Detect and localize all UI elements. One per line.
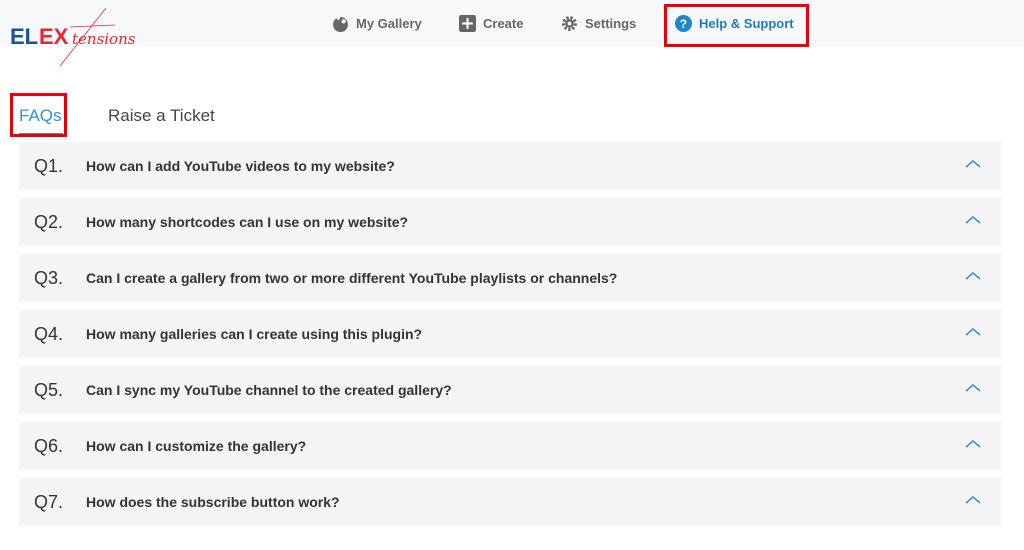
faq-item[interactable]: Q4. How many galleries can I create using…: [19, 310, 1001, 358]
elextensions-logo: EL EX tensions: [10, 8, 136, 67]
nav-label: Settings: [585, 15, 637, 31]
plus-square-icon: [459, 14, 476, 32]
chevron-up-icon[interactable]: [965, 159, 981, 169]
question-text: Can I create a gallery from two or more …: [86, 270, 618, 286]
question-number: Q6.: [34, 435, 64, 456]
faq-item[interactable]: Q2. How many shortcodes can I use on my w…: [19, 198, 1001, 246]
question-text: How many shortcodes can I use on my webs…: [86, 214, 409, 230]
highlight-box: [664, 4, 809, 47]
chevron-up-icon[interactable]: [965, 215, 981, 225]
chevron-up-icon[interactable]: [965, 495, 981, 505]
question-number: Q5.: [34, 379, 64, 400]
question-text: How can I customize the gallery?: [86, 438, 307, 454]
highlight-box: [10, 93, 67, 137]
faq-item[interactable]: Q6. How can I customize the gallery?: [19, 422, 1001, 470]
nav-my-gallery[interactable]: My Gallery: [332, 0, 422, 46]
nav-settings[interactable]: Settings: [561, 0, 636, 46]
chevron-up-icon[interactable]: [965, 327, 981, 337]
svg-text:EL: EL: [10, 24, 38, 49]
question-number: Q1.: [34, 155, 64, 176]
question-number: Q3.: [34, 267, 64, 288]
chevron-up-icon[interactable]: [965, 439, 981, 449]
gear-icon: [562, 15, 577, 31]
question-text: Can I sync my YouTube channel to the cre…: [86, 382, 452, 398]
faq-item[interactable]: Q1. How can I add YouTube videos to my we…: [19, 142, 1001, 190]
faq-item[interactable]: Q3. Can I create a gallery from two or mo…: [19, 254, 1001, 302]
nav-label: My Gallery: [356, 15, 422, 31]
question-number: Q2.: [34, 211, 64, 232]
chevron-up-icon[interactable]: [965, 271, 981, 281]
tab-raise-ticket[interactable]: Raise a Ticket: [108, 106, 215, 126]
question-number: Q7.: [34, 491, 64, 512]
question-number: Q4.: [34, 323, 64, 344]
faq-item[interactable]: Q5. Can I sync my YouTube channel to the …: [19, 366, 1001, 414]
nav-label: Create: [483, 15, 524, 31]
faq-item[interactable]: Q7. How does the subscribe button work?: [19, 478, 1001, 526]
question-text: How many galleries can I create using th…: [86, 326, 423, 342]
gallery-icon: [333, 16, 348, 32]
question-text: How can I add YouTube videos to my websi…: [86, 158, 395, 174]
question-text: How does the subscribe button work?: [86, 494, 340, 510]
chevron-up-icon[interactable]: [965, 383, 981, 393]
svg-text:EX: EX: [39, 24, 69, 49]
nav-create[interactable]: Create: [459, 0, 523, 46]
